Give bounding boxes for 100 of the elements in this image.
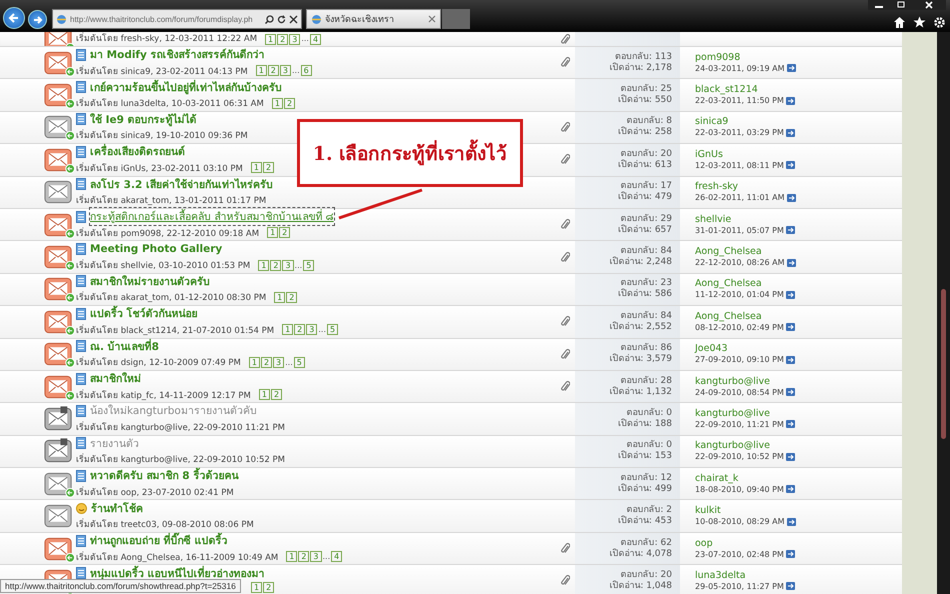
go-to-post-icon[interactable] (786, 485, 795, 494)
username-link[interactable]: pom9098 (695, 52, 902, 63)
go-to-post-icon[interactable] (786, 356, 795, 364)
go-to-post-icon[interactable] (786, 96, 795, 105)
username-link[interactable]: kulkit (695, 505, 902, 516)
go-to-post-icon[interactable] (786, 161, 795, 170)
search-icon[interactable] (265, 14, 274, 24)
go-to-post-icon[interactable] (786, 194, 796, 202)
page-link[interactable]: 5 (303, 260, 314, 271)
page-link[interactable]: 2 (284, 98, 296, 109)
scrollbar-thumb[interactable] (941, 289, 946, 439)
thread-title-link[interactable]: สมาชิกใหม่ (90, 370, 141, 388)
go-to-post-icon[interactable] (786, 550, 795, 558)
page-link[interactable]: 1 (250, 162, 262, 174)
thread-title-link[interactable]: ท่านถูกแอบถ่าย ที่บิ๊กซี แปดริ้ว (90, 532, 228, 550)
page-link[interactable]: 1 (256, 65, 267, 76)
thread-title-link[interactable]: รายงานตัว (90, 434, 139, 452)
username-link[interactable]: Aong_Chelsea (695, 310, 902, 322)
page-link[interactable]: 2 (277, 34, 288, 44)
thread-title-link[interactable]: ใช้ Ie9 ตอบกระทู้ไม่ได้ (90, 110, 197, 128)
page-link[interactable]: 5 (327, 324, 338, 336)
username-link[interactable]: Aong_Chelsea (695, 246, 902, 258)
username-link[interactable]: luna3delta (695, 570, 902, 581)
username-link[interactable]: kangturbo@live (695, 376, 902, 387)
page-link[interactable]: 2 (268, 65, 279, 76)
username-link[interactable]: kangturbo@live (695, 440, 902, 452)
thread-title-link[interactable]: Meeting Photo Gallery (90, 243, 222, 256)
page-link[interactable]: 1 (272, 98, 283, 109)
go-to-post-icon[interactable] (786, 290, 795, 299)
username-link[interactable]: kangturbo@live (695, 408, 902, 419)
page-link[interactable]: 3 (273, 356, 284, 368)
page-link[interactable]: 1 (286, 551, 298, 562)
thread-title-link[interactable]: หวาดดีครับ สมาชิก 8 ริ้วด้วยคน (90, 467, 238, 484)
page-link[interactable]: 2 (298, 551, 310, 562)
page-link[interactable]: 2 (260, 356, 272, 368)
thread-title-link[interactable]: ลงโปร 3.2 เสียค่าใช้จ่ายกันเท่าไหร่ครับ (90, 176, 273, 193)
page-link[interactable]: 3 (310, 551, 322, 562)
page-link[interactable]: 1 (248, 356, 260, 368)
page-link[interactable]: 4 (310, 34, 322, 44)
go-to-post-icon[interactable] (786, 128, 795, 137)
refresh-icon[interactable] (277, 14, 286, 24)
page-link[interactable]: 3 (282, 260, 294, 271)
go-to-post-icon[interactable] (786, 226, 795, 234)
username-link[interactable]: Aong_Chelsea (695, 278, 902, 290)
thread-title-link[interactable]: เกย์ความร้อนขึ้นไปอยู่ที่เท่าไหล่กันบ้างครับ (90, 78, 282, 96)
thread-title-link[interactable]: เครื่องเสียงติดรถยนต์ (90, 143, 185, 160)
page-link[interactable]: 5 (294, 356, 305, 368)
thread-title-link[interactable]: แปดริ้ว โชว์ตัวกันหน่อย (90, 305, 198, 322)
page-link[interactable]: 1 (267, 227, 278, 238)
page-link[interactable]: 2 (270, 389, 282, 400)
scrollbar[interactable] (937, 32, 950, 594)
forward-button[interactable] (28, 10, 47, 29)
page-link[interactable]: 1 (258, 389, 270, 400)
go-to-post-icon[interactable] (786, 64, 796, 72)
go-to-post-icon[interactable] (786, 258, 796, 267)
page-link[interactable]: 4 (331, 551, 342, 562)
thread-title-link[interactable]: มา Modify รถเชิงสร้างสรรค์กันดีกว่า (90, 46, 265, 64)
page-link[interactable]: 2 (286, 292, 298, 303)
go-to-post-icon[interactable] (786, 420, 795, 428)
back-button[interactable] (3, 7, 25, 29)
page-link[interactable]: 2 (294, 324, 306, 336)
username-link[interactable]: Joe043 (695, 343, 902, 354)
page-link[interactable]: 1 (274, 292, 286, 303)
close-icon[interactable] (289, 14, 298, 24)
page-link[interactable]: 1 (282, 324, 294, 336)
thread-title-link[interactable]: ณ. บ้านเลขที่8 (90, 338, 159, 355)
username-link[interactable]: iGnUs (695, 148, 902, 160)
thread-title-link[interactable]: น้องใหม่kangturboมารายงานตัวคับ (90, 402, 257, 420)
home-icon[interactable] (893, 16, 906, 29)
browser-tab[interactable]: จังหวัดฉะเชิงเทรา (306, 9, 441, 29)
settings-icon[interactable] (933, 16, 946, 29)
username-link[interactable]: shellvie (695, 214, 902, 225)
go-to-post-icon[interactable] (786, 518, 796, 526)
page-link[interactable]: 1 (265, 34, 276, 44)
go-to-post-icon[interactable] (786, 323, 795, 332)
thread-title-link[interactable]: ร้านทำโช้ค (91, 500, 143, 517)
page-link[interactable]: 2 (262, 162, 274, 174)
username-link[interactable]: chairat_k (695, 472, 902, 484)
thread-title-link[interactable]: กระทู้สติกเกอร์และเสื้อคลับ สำหรับสมาชิกบ้านเลขที่ ๘ (90, 208, 334, 226)
page-link[interactable]: 2 (263, 582, 274, 594)
star-icon[interactable] (913, 16, 926, 29)
page-link[interactable]: 6 (300, 65, 312, 76)
minimize-button[interactable] (868, 0, 890, 10)
page-link[interactable]: 3 (289, 34, 300, 44)
page-link[interactable]: 3 (280, 65, 291, 76)
username-link[interactable]: oop (695, 538, 902, 549)
go-to-post-icon[interactable] (786, 582, 795, 590)
page-link[interactable]: 2 (279, 227, 290, 238)
address-bar[interactable]: http://www.thaitritonclub.com/forum/forumdisplay.ph (52, 9, 302, 29)
page-link[interactable]: 1 (258, 260, 270, 271)
username-link[interactable]: fresh-sky (695, 181, 902, 192)
username-link[interactable]: black_st1214 (695, 84, 902, 96)
go-to-post-icon[interactable] (786, 452, 795, 461)
page-link[interactable]: 2 (270, 260, 282, 271)
page-link[interactable]: 3 (306, 324, 318, 336)
page-link[interactable]: 1 (251, 582, 262, 594)
thread-title-link[interactable]: หนุ่มแปดริ้ว แอบหนีไปเที่ยวอ่างทองมา (90, 564, 265, 582)
go-to-post-icon[interactable] (786, 388, 795, 396)
close-window-button[interactable] (912, 0, 946, 10)
thread-title-link[interactable]: สมาชิกใหม่รายงานตัวครับ (90, 272, 210, 290)
